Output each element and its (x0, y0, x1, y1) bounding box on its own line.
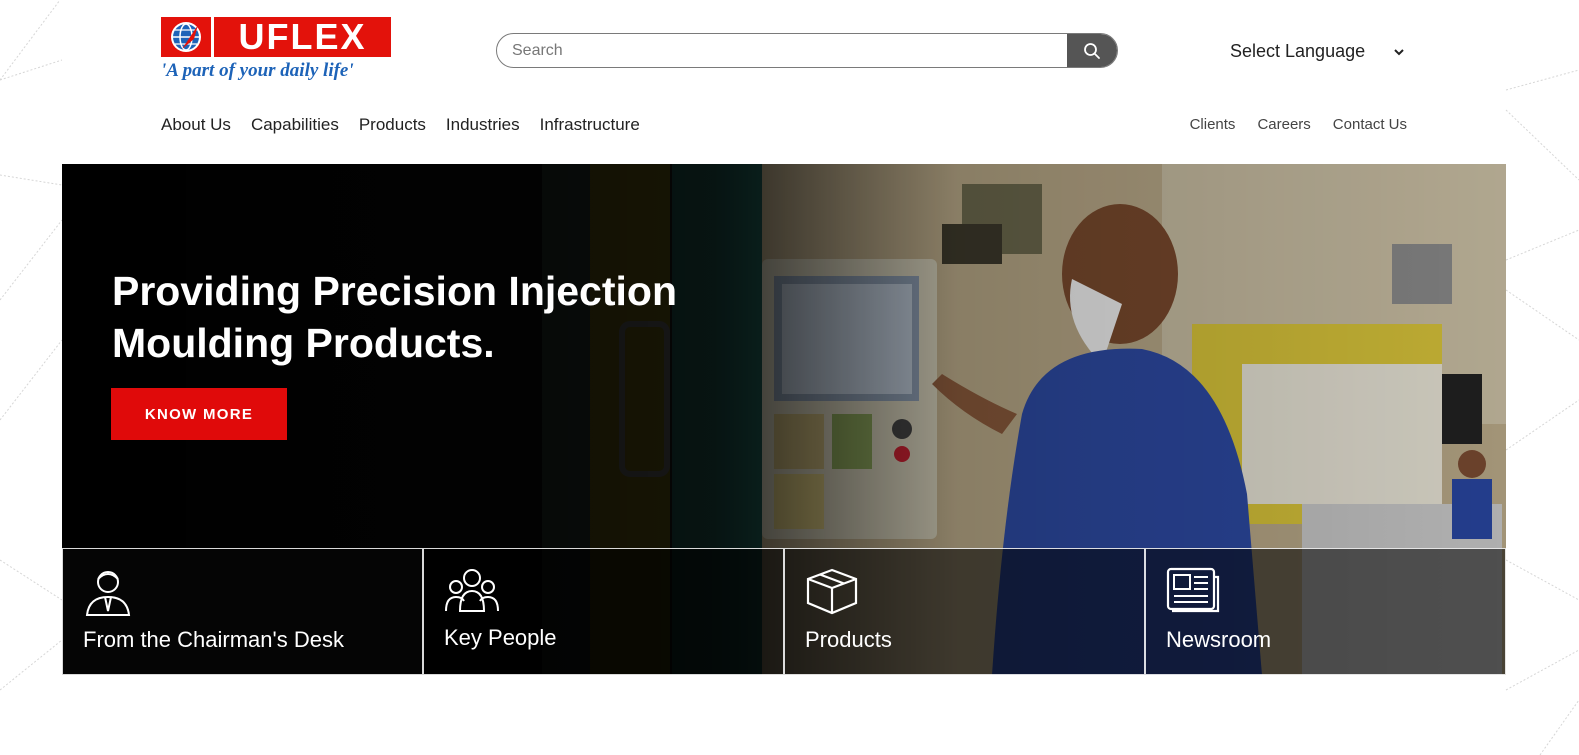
language-select-label: Select Language (1230, 41, 1366, 61)
search-icon (1084, 42, 1100, 59)
hero-banner: Providing Precision Injection Moulding P… (62, 164, 1506, 675)
globe-icon (161, 17, 211, 57)
tile-newsroom-label: Newsroom (1166, 627, 1272, 652)
logo-tagline: 'A part of your daily life' (161, 60, 354, 81)
people-group-icon (445, 569, 499, 612)
nav-contact-us[interactable]: Contact Us (1333, 116, 1407, 133)
chairman-icon (85, 571, 131, 616)
tile-products[interactable]: Products (784, 548, 1145, 675)
tile-key-people-label: Key People (444, 625, 557, 650)
logo-wordmark: UFLEX (211, 16, 391, 57)
main-nav: About Us Capabilities Products Industrie… (161, 115, 640, 135)
know-more-button[interactable]: KNOW MORE (111, 388, 287, 440)
search-button[interactable] (1067, 34, 1117, 67)
tile-key-people[interactable]: Key People (423, 548, 784, 675)
nav-industries[interactable]: Industries (446, 115, 520, 135)
chevron-down-icon (1394, 48, 1404, 55)
tile-products-label: Products (805, 627, 892, 652)
nav-clients[interactable]: Clients (1190, 116, 1236, 133)
nav-capabilities[interactable]: Capabilities (251, 115, 339, 135)
quick-links: From the Chairman's Desk Key People Prod… (62, 548, 1506, 675)
tile-newsroom[interactable]: Newsroom (1145, 548, 1506, 675)
uflex-logo[interactable]: UFLEX 'A part of your daily life' (161, 16, 391, 85)
search-bar (496, 33, 1118, 68)
nav-about-us[interactable]: About Us (161, 115, 231, 135)
tile-chairmans-desk-label: From the Chairman's Desk (83, 627, 344, 652)
search-input[interactable] (497, 34, 1067, 67)
nav-careers[interactable]: Careers (1257, 116, 1310, 133)
secondary-nav: Clients Careers Contact Us (1190, 116, 1407, 133)
hero-title: Providing Precision Injection Moulding P… (112, 268, 677, 366)
box-icon (806, 568, 858, 615)
tile-chairmans-desk[interactable]: From the Chairman's Desk (62, 548, 423, 675)
language-select[interactable]: Select Language (1230, 41, 1405, 62)
newspaper-icon (1166, 567, 1220, 613)
nav-infrastructure[interactable]: Infrastructure (540, 115, 640, 135)
nav-products[interactable]: Products (359, 115, 426, 135)
